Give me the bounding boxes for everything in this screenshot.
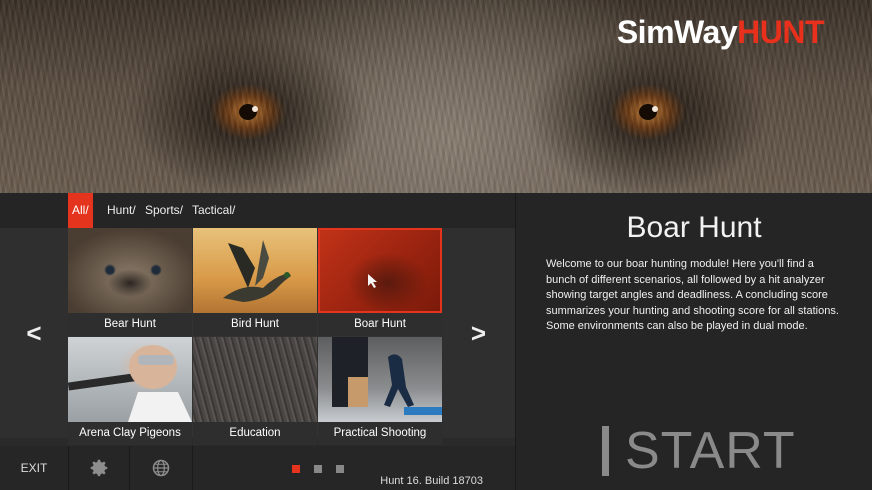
tile-label: Practical Shooting (318, 422, 442, 445)
tile-bird-hunt[interactable]: Bird Hunt (193, 228, 317, 336)
tile-practical-shooting[interactable]: Practical Shooting (318, 337, 442, 445)
start-label: START (625, 422, 796, 480)
left-eye-glint (252, 106, 258, 112)
next-page-button[interactable]: > (442, 228, 515, 438)
hero-banner: SimWayHUNT (0, 0, 872, 193)
page-dot-3[interactable] (336, 465, 344, 473)
boar-thumbnail (318, 228, 442, 313)
detail-title: Boar Hunt (626, 211, 762, 244)
shooter-thumbnail (68, 337, 192, 422)
start-bar-icon (602, 426, 609, 476)
tile-label: Bird Hunt (193, 313, 317, 336)
logo-sim-text: SimWay (616, 14, 738, 50)
exit-button[interactable]: EXIT (0, 446, 68, 490)
filter-sports[interactable]: Sports/ (141, 193, 187, 228)
build-version: Hunt 16. Build 18703 (380, 475, 483, 487)
filter-hunt[interactable]: Hunt/ (103, 193, 140, 228)
filter-all[interactable]: All/ (68, 193, 93, 228)
right-eye-glint (652, 106, 658, 112)
page-dot-1[interactable] (292, 465, 300, 473)
page-dot-2[interactable] (314, 465, 322, 473)
tile-boar-hunt[interactable]: Boar Hunt (318, 228, 442, 336)
app-logo: SimWayHUNT (616, 14, 825, 51)
start-button[interactable]: START (602, 421, 796, 481)
detail-panel: Boar Hunt Welcome to our boar hunting mo… (516, 193, 872, 490)
globe-icon (152, 459, 170, 477)
module-grid: < Bear Hunt Bird Hunt Boar Hunt Arena Cl… (0, 228, 515, 445)
tile-label: Education (193, 422, 317, 445)
shooter-icon (68, 345, 192, 422)
tile-label: Arena Clay Pigeons (68, 422, 192, 445)
tactical-icon (332, 337, 442, 415)
fur-thumbnail (193, 337, 317, 422)
tile-education[interactable]: Education (193, 337, 317, 445)
tile-label: Boar Hunt (318, 313, 442, 336)
prev-page-button[interactable]: < (0, 228, 68, 438)
language-button[interactable] (130, 446, 192, 490)
tile-bear-hunt[interactable]: Bear Hunt (68, 228, 192, 336)
settings-button[interactable] (69, 446, 129, 490)
filter-tactical[interactable]: Tactical/ (188, 193, 239, 228)
cursor-icon (368, 274, 377, 288)
bear-thumbnail (68, 228, 192, 313)
module-browser: All/ Hunt/ Sports/ Tactical/ < Bear Hunt… (0, 193, 515, 490)
filter-bar: All/ Hunt/ Sports/ Tactical/ (0, 193, 515, 228)
duck-icon (223, 240, 291, 302)
detail-description: Welcome to our boar hunting module! Here… (546, 258, 839, 332)
tactical-thumbnail (318, 337, 442, 422)
gear-icon (90, 459, 108, 477)
bottom-bar: EXIT Hunt 16. Build 18703 (0, 446, 515, 490)
divider (192, 446, 193, 490)
bird-thumbnail (193, 228, 317, 313)
tile-label: Bear Hunt (68, 313, 192, 336)
logo-hunt-text: HUNT (737, 14, 824, 50)
tile-arena-clay-pigeons[interactable]: Arena Clay Pigeons (68, 337, 192, 445)
